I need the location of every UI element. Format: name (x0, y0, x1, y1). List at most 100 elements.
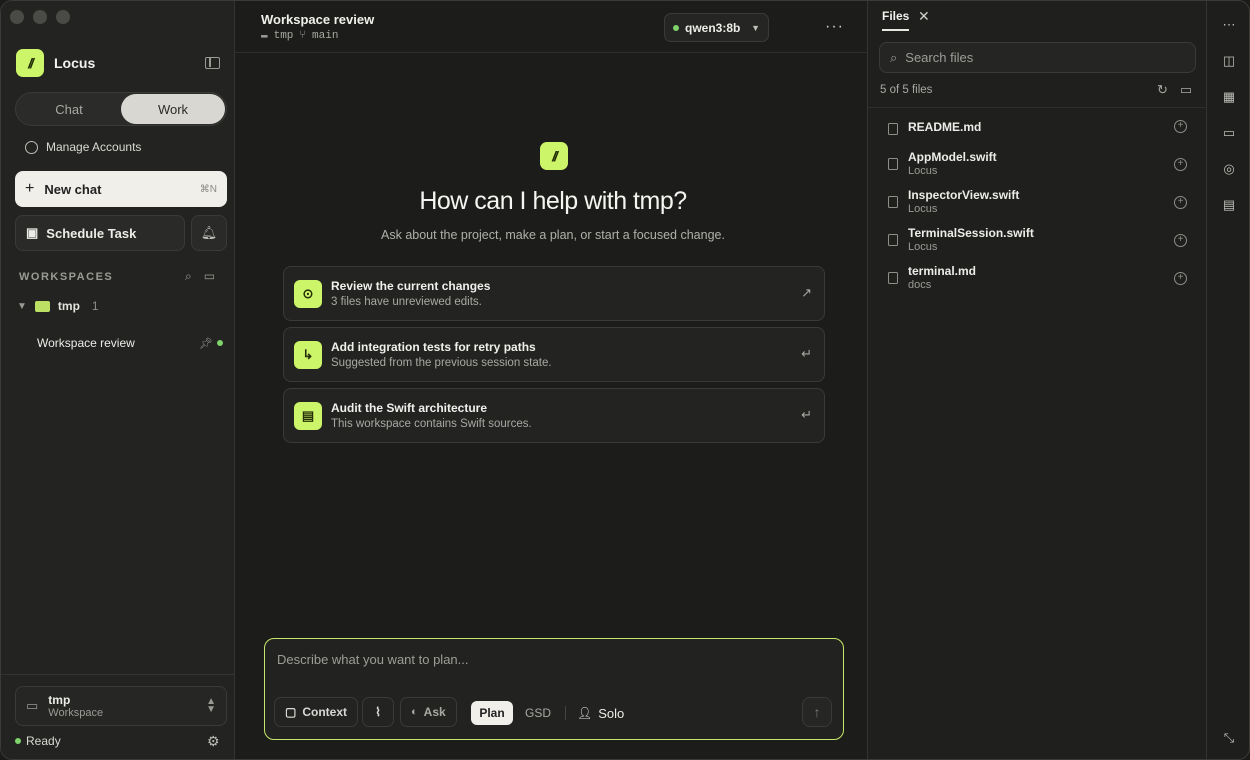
split-view-icon[interactable]: ◫ (1221, 54, 1237, 68)
suggestion-card[interactable]: ▤ Audit the Swift architecture This work… (283, 388, 825, 443)
sidebar-toggle-icon[interactable] (205, 57, 220, 69)
tab-files[interactable]: Files (882, 9, 910, 31)
globe-icon[interactable]: ◎ (1221, 162, 1237, 176)
prompt-input[interactable]: Describe what you want to plan... (277, 652, 469, 667)
ready-dot (15, 738, 21, 744)
add-context-icon[interactable]: + (1174, 158, 1187, 171)
mode-segmented-control: Chat Work (15, 92, 227, 126)
top-bar: Workspace review ▬ tmp ⑂ main qwen3:8b ▼… (235, 1, 867, 53)
file-name: terminal.md (908, 264, 977, 278)
zoom-window-button[interactable] (56, 10, 70, 24)
solo-label: Solo (598, 705, 625, 721)
gear-icon[interactable]: ⚙ (207, 733, 220, 750)
return-icon: ↵ (801, 346, 812, 361)
refresh-icon[interactable]: ↻ (1157, 82, 1168, 98)
add-context-icon[interactable]: + (1174, 234, 1187, 247)
suggestion-card[interactable]: ⊙ Review the current changes 3 files hav… (283, 266, 825, 321)
folder-icon: ▬ (261, 30, 268, 42)
search-icon[interactable]: ⌕ (185, 269, 192, 284)
file-name: AppModel.swift (908, 150, 997, 164)
divider (565, 706, 566, 720)
terminal-icon[interactable]: ▭ (1221, 126, 1237, 140)
suggestion-card[interactable]: ↳ Add integration tests for retry paths … (283, 327, 825, 382)
file-row[interactable]: terminal.md docs + (888, 264, 1198, 298)
attach-button[interactable]: ⌇ (362, 697, 394, 727)
tab-chat[interactable]: Chat (17, 94, 121, 124)
search-icon: ⌕ (890, 49, 898, 65)
sidebar: // Locus Chat Work Manage Accounts + New… (1, 1, 235, 759)
folder-name: tmp (273, 30, 294, 42)
suggestion-title: Audit the Swift architecture (331, 401, 488, 415)
workspace-tree-row[interactable]: ▼ tmp 1 (17, 299, 99, 313)
close-window-button[interactable] (10, 10, 24, 24)
clipboard-icon: ▢ (285, 705, 297, 719)
file-actions: ↻ ▭ (1157, 82, 1192, 98)
page-title: Workspace review (261, 12, 375, 27)
sidebar-divider (1, 674, 235, 675)
chevron-updown-icon: ▲ ▼ (206, 696, 216, 715)
manage-accounts-link[interactable]: Manage Accounts (25, 140, 141, 154)
bell-icon: 🔔︎ (200, 225, 218, 240)
ask-button[interactable]: ◐ Ask (400, 697, 457, 727)
file-count: 5 of 5 files (880, 84, 933, 96)
minimize-window-button[interactable] (33, 10, 47, 24)
suggestion-subtitle: This workspace contains Swift sources. (331, 418, 532, 430)
status-indicator: Ready (15, 734, 61, 748)
file-dir: Locus (908, 165, 938, 177)
pin-icon[interactable]: 📌︎ (199, 337, 213, 350)
send-button[interactable]: ↑ (802, 697, 832, 727)
add-context-icon[interactable]: + (1174, 272, 1187, 285)
tab-work[interactable]: Work (121, 94, 225, 124)
schedule-task-button[interactable]: ▣ Schedule Task (15, 215, 185, 251)
add-context-icon[interactable]: + (1174, 120, 1187, 133)
branch-icon: ⑂ (299, 30, 307, 42)
ask-label: Ask (423, 705, 446, 719)
folder-icon[interactable]: ▭ (1180, 82, 1192, 98)
more-options-icon[interactable]: ⋯ (1221, 18, 1237, 32)
file-icon (888, 272, 898, 284)
file-row[interactable]: TerminalSession.swift Locus + (888, 226, 1198, 260)
picker-workspace-type: Workspace (48, 707, 104, 719)
suggestion-subtitle: 3 files have unreviewed edits. (331, 296, 482, 308)
arrow-up-icon: ↑ (813, 704, 821, 720)
workspace-picker[interactable]: ▭ tmp Workspace ▲ ▼ (15, 686, 227, 726)
workspace-count: 1 (91, 299, 99, 313)
add-context-icon[interactable]: + (1174, 196, 1187, 209)
close-icon[interactable]: ✕ (918, 8, 930, 25)
workspace-item[interactable]: Workspace review 📌︎ (27, 332, 227, 354)
grid-icon[interactable]: ▦ (1221, 90, 1237, 104)
chevron-down-icon[interactable]: ▼ (17, 301, 27, 312)
gsd-mode-button[interactable]: GSD (525, 701, 551, 725)
plan-mode-button[interactable]: Plan (471, 701, 513, 725)
notifications-button[interactable]: 🔔︎ (191, 215, 227, 251)
account-icon (25, 140, 38, 154)
file-row[interactable]: README.md + (888, 120, 1198, 154)
more-options-icon[interactable]: ··· (825, 18, 844, 36)
schedule-task-label: Schedule Task (46, 225, 137, 241)
solo-button[interactable]: 👤︎ Solo (577, 701, 624, 725)
composer: Describe what you want to plan... ▢ Cont… (264, 638, 844, 740)
browser-icon[interactable]: ▤ (1221, 198, 1237, 212)
file-row[interactable]: AppModel.swift Locus + (888, 150, 1198, 184)
expand-icon[interactable]: ⤡ (1221, 731, 1237, 745)
branch-arrow-icon: ↳ (294, 341, 322, 369)
hero-title: How can I help with tmp? (419, 187, 687, 215)
new-chat-button[interactable]: + New chat ⌘N (15, 171, 227, 207)
context-button[interactable]: ▢ Context (274, 697, 359, 727)
file-search-input[interactable]: ⌕ Search files (879, 42, 1196, 73)
arrow-up-right-icon: ↗ (801, 285, 812, 300)
model-selector[interactable]: qwen3:8b ▼ (664, 13, 769, 42)
folder-icon (34, 300, 50, 312)
file-icon (888, 196, 898, 208)
file-dir: Locus (908, 241, 938, 253)
file-search-placeholder: Search files (905, 50, 974, 65)
file-icon (888, 123, 898, 135)
file-icon (888, 234, 898, 246)
new-folder-icon[interactable]: ▭ (204, 269, 215, 284)
plus-icon: + (25, 180, 35, 197)
picker-workspace-name: tmp (48, 693, 71, 707)
file-row[interactable]: InspectorView.swift Locus + (888, 188, 1198, 222)
workspaces-actions: ⌕ ▭ (185, 269, 215, 284)
hero-logo: // (540, 142, 568, 170)
status-label: Ready (26, 734, 61, 748)
